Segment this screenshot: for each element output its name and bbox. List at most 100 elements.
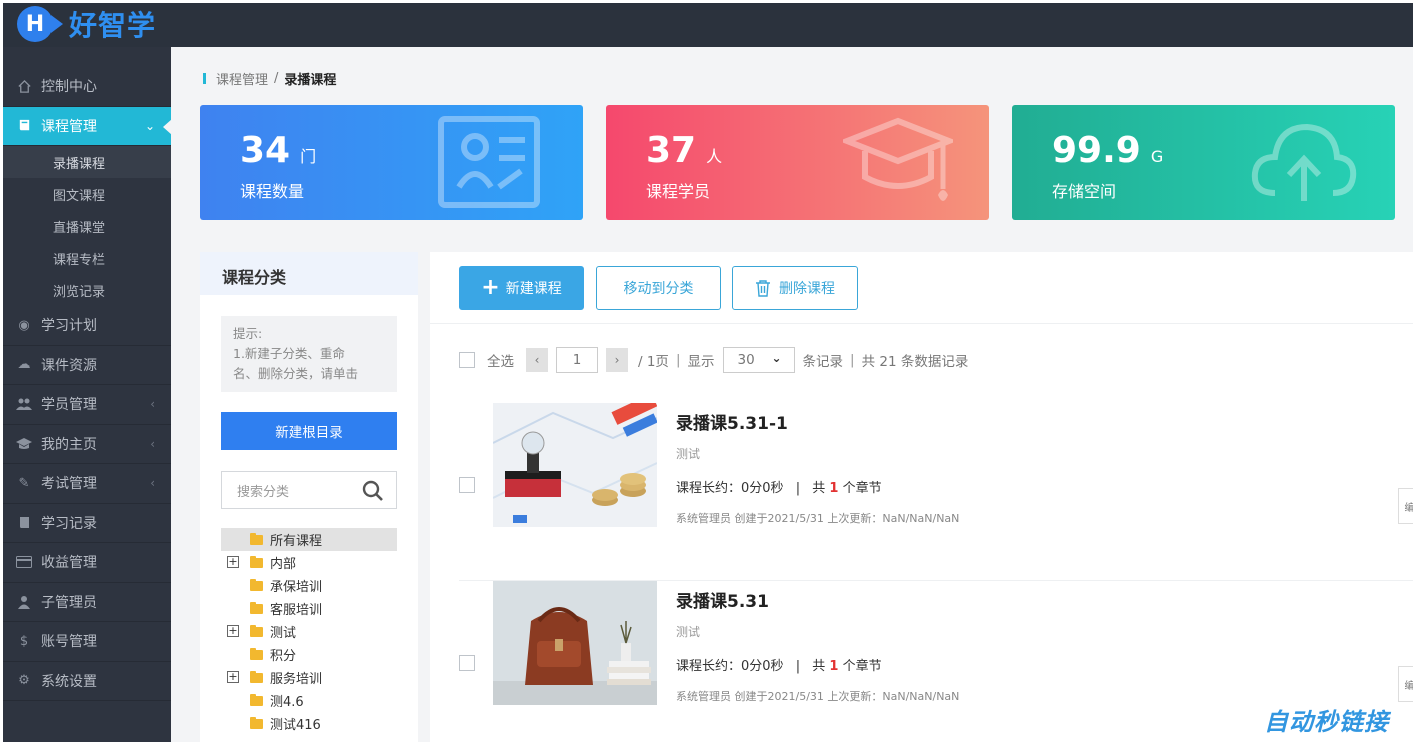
meta-separator: | xyxy=(795,659,801,674)
pagination-bar: 全选 ‹ 1 › / 1页 | 显示 30 ⌄ 条记录 | 共 21 条数据记录 xyxy=(459,346,968,374)
course-checkbox[interactable] xyxy=(459,477,475,493)
meta-separator: | xyxy=(795,481,801,496)
course-title[interactable]: 录播课5.31 xyxy=(676,587,769,612)
tree-node-label: 测4.6 xyxy=(270,695,304,710)
expand-icon[interactable]: + xyxy=(227,556,239,568)
next-page-button[interactable]: › xyxy=(606,348,628,372)
select-all-checkbox[interactable] xyxy=(459,352,475,368)
breadcrumb-parent[interactable]: 课程管理 xyxy=(216,69,268,88)
sidebar-item-sub-admins[interactable]: 子管理员 xyxy=(3,583,171,622)
submenu-article-courses[interactable]: 图文课程 xyxy=(3,178,171,210)
chapters-prefix: 共 xyxy=(812,659,826,674)
new-course-label: 新建课程 xyxy=(505,281,562,297)
mortarboard-icon xyxy=(15,435,33,453)
gear-icon: ⚙ xyxy=(18,673,30,689)
category-tip: 提示: 1.新建子分类、重命 名、删除分类，请单击 xyxy=(221,316,397,392)
logo-badge: H xyxy=(17,6,63,42)
tree-node-label: 测试416 xyxy=(270,718,321,733)
pager-separator: | xyxy=(675,352,681,368)
sidebar-item-label: 收益管理 xyxy=(41,555,97,572)
search-icon[interactable] xyxy=(362,480,384,502)
edit-button[interactable]: 编 xyxy=(1398,666,1413,702)
course-thumbnail[interactable] xyxy=(493,581,657,705)
expand-icon[interactable]: + xyxy=(227,671,239,683)
pager-separator: | xyxy=(850,352,855,368)
expand-icon[interactable]: + xyxy=(227,625,239,637)
course-checkbox[interactable] xyxy=(459,655,475,671)
chevron-down-icon: ⌄ xyxy=(771,351,782,365)
tree-node[interactable]: 测4.6 xyxy=(221,689,397,712)
cloud-upload-icon xyxy=(1251,123,1357,201)
select-all-label: 全选 xyxy=(487,354,514,370)
tree-node-label: 积分 xyxy=(270,649,297,664)
tree-node[interactable]: + 服务培训 xyxy=(221,666,397,689)
toolbar: + 新建课程 移动到分类 删除课程 xyxy=(430,252,1413,324)
sidebar-item-courseware[interactable]: ☁ 课件资源 xyxy=(3,346,171,385)
course-thumbnail[interactable] xyxy=(493,403,657,527)
page-number-input[interactable]: 1 xyxy=(556,347,598,373)
trash-icon xyxy=(756,279,770,297)
breadcrumb-marker xyxy=(203,73,206,84)
chapter-count: 1 xyxy=(829,481,839,496)
sidebar-item-label: 课件资源 xyxy=(41,357,97,374)
tree-node-all-courses[interactable]: 所有课程 xyxy=(221,528,397,551)
course-info: 系统管理员 创建于2021/5/31 上次更新：NaN/NaN/NaN xyxy=(676,690,960,703)
move-to-category-button[interactable]: 移动到分类 xyxy=(596,266,721,310)
folder-icon xyxy=(250,625,263,637)
category-tree: 所有课程 + 内部 承保培训 客服培训 + 测试 积分 + 服务培训 测4.6 测试4… xyxy=(221,528,397,735)
tree-node-label: 客服培训 xyxy=(270,603,323,618)
logo[interactable]: H 好智学 xyxy=(17,5,156,43)
sidebar-item-settings[interactable]: ⚙ 系统设置 xyxy=(3,662,171,701)
tree-node[interactable]: 承保培训 xyxy=(221,574,397,597)
submenu-browse-history[interactable]: 浏览记录 xyxy=(3,274,171,306)
sidebar-item-study-records[interactable]: 学习记录 xyxy=(3,504,171,543)
course-description: 测试 xyxy=(676,447,701,461)
new-root-button[interactable]: 新建根目录 xyxy=(221,412,397,450)
records-label: 条记录 xyxy=(802,354,844,370)
submenu-recorded-courses[interactable]: 录播课程 xyxy=(3,146,171,178)
prev-page-button[interactable]: ‹ xyxy=(526,348,548,372)
tree-node[interactable]: + 内部 xyxy=(221,551,397,574)
sidebar-item-dashboard[interactable]: 控制中心 xyxy=(3,67,171,107)
sidebar-item-label: 系统设置 xyxy=(41,673,97,690)
course-duration: 课程长约：0分0秒 xyxy=(676,659,784,674)
sidebar-item-course-management[interactable]: 课程管理 ⌄ xyxy=(3,106,172,146)
eye-icon: ◉ xyxy=(18,317,30,333)
credit-card-icon xyxy=(15,553,33,571)
stat-number: 99.9 xyxy=(1052,130,1141,171)
submenu-live-classes[interactable]: 直播课堂 xyxy=(3,210,171,242)
plus-icon: + xyxy=(481,275,500,300)
sidebar-item-account[interactable]: $ 账号管理 xyxy=(3,622,171,662)
sidebar-item-study-plan[interactable]: ◉ 学习计划 xyxy=(3,306,171,346)
tree-node[interactable]: 测试416 xyxy=(221,712,397,735)
page-size-select[interactable]: 30 ⌄ xyxy=(722,347,795,373)
course-title[interactable]: 录播课5.31-1 xyxy=(676,409,788,434)
show-label: 显示 xyxy=(687,354,715,370)
stat-card-courses: 34 门 课程数量 xyxy=(200,105,583,220)
folder-icon xyxy=(250,556,263,568)
tree-node[interactable]: + 测试 xyxy=(221,620,397,643)
course-info: 系统管理员 创建于2021/5/31 上次更新：NaN/NaN/NaN xyxy=(676,512,960,525)
sidebar-item-label: 我的主页 xyxy=(41,436,97,453)
tree-node[interactable]: 积分 xyxy=(221,643,397,666)
stat-label: 存储空间 xyxy=(1052,182,1117,201)
logo-text: 好智学 xyxy=(69,9,157,42)
tree-node-label: 测试 xyxy=(270,626,297,641)
stat-label: 课程数量 xyxy=(240,182,305,201)
submenu-course-columns[interactable]: 课程专栏 xyxy=(3,242,171,274)
new-course-button[interactable]: + 新建课程 xyxy=(459,266,584,310)
sidebar-item-homepage[interactable]: 我的主页 ‹ xyxy=(3,425,171,464)
sidebar-item-revenue[interactable]: 收益管理 xyxy=(3,543,171,583)
search-placeholder: 搜索分类 xyxy=(237,484,290,500)
sidebar-item-students[interactable]: 学员管理 ‹ xyxy=(3,385,171,425)
course-item[interactable]: 录播课5.31-1 测试 课程长约：0分0秒 | 共 1 个章节 系统管理员 创… xyxy=(459,403,1413,581)
course-duration: 课程长约：0分0秒 xyxy=(676,481,784,496)
delete-course-button[interactable]: 删除课程 xyxy=(732,266,858,310)
chevron-left-icon: ‹ xyxy=(150,436,155,451)
sidebar-item-exams[interactable]: ✎ 考试管理 ‹ xyxy=(3,464,171,504)
tree-node[interactable]: 客服培训 xyxy=(221,597,397,620)
edit-button[interactable]: 编 xyxy=(1398,488,1413,524)
sidebar-item-label: 账号管理 xyxy=(41,634,97,651)
category-search-input[interactable]: 搜索分类 xyxy=(221,471,397,509)
main-content: 课程管理 / 录播课程 34 门 课程数量 37 人 课程学员 99.9 G 存储空间… xyxy=(171,47,1413,742)
